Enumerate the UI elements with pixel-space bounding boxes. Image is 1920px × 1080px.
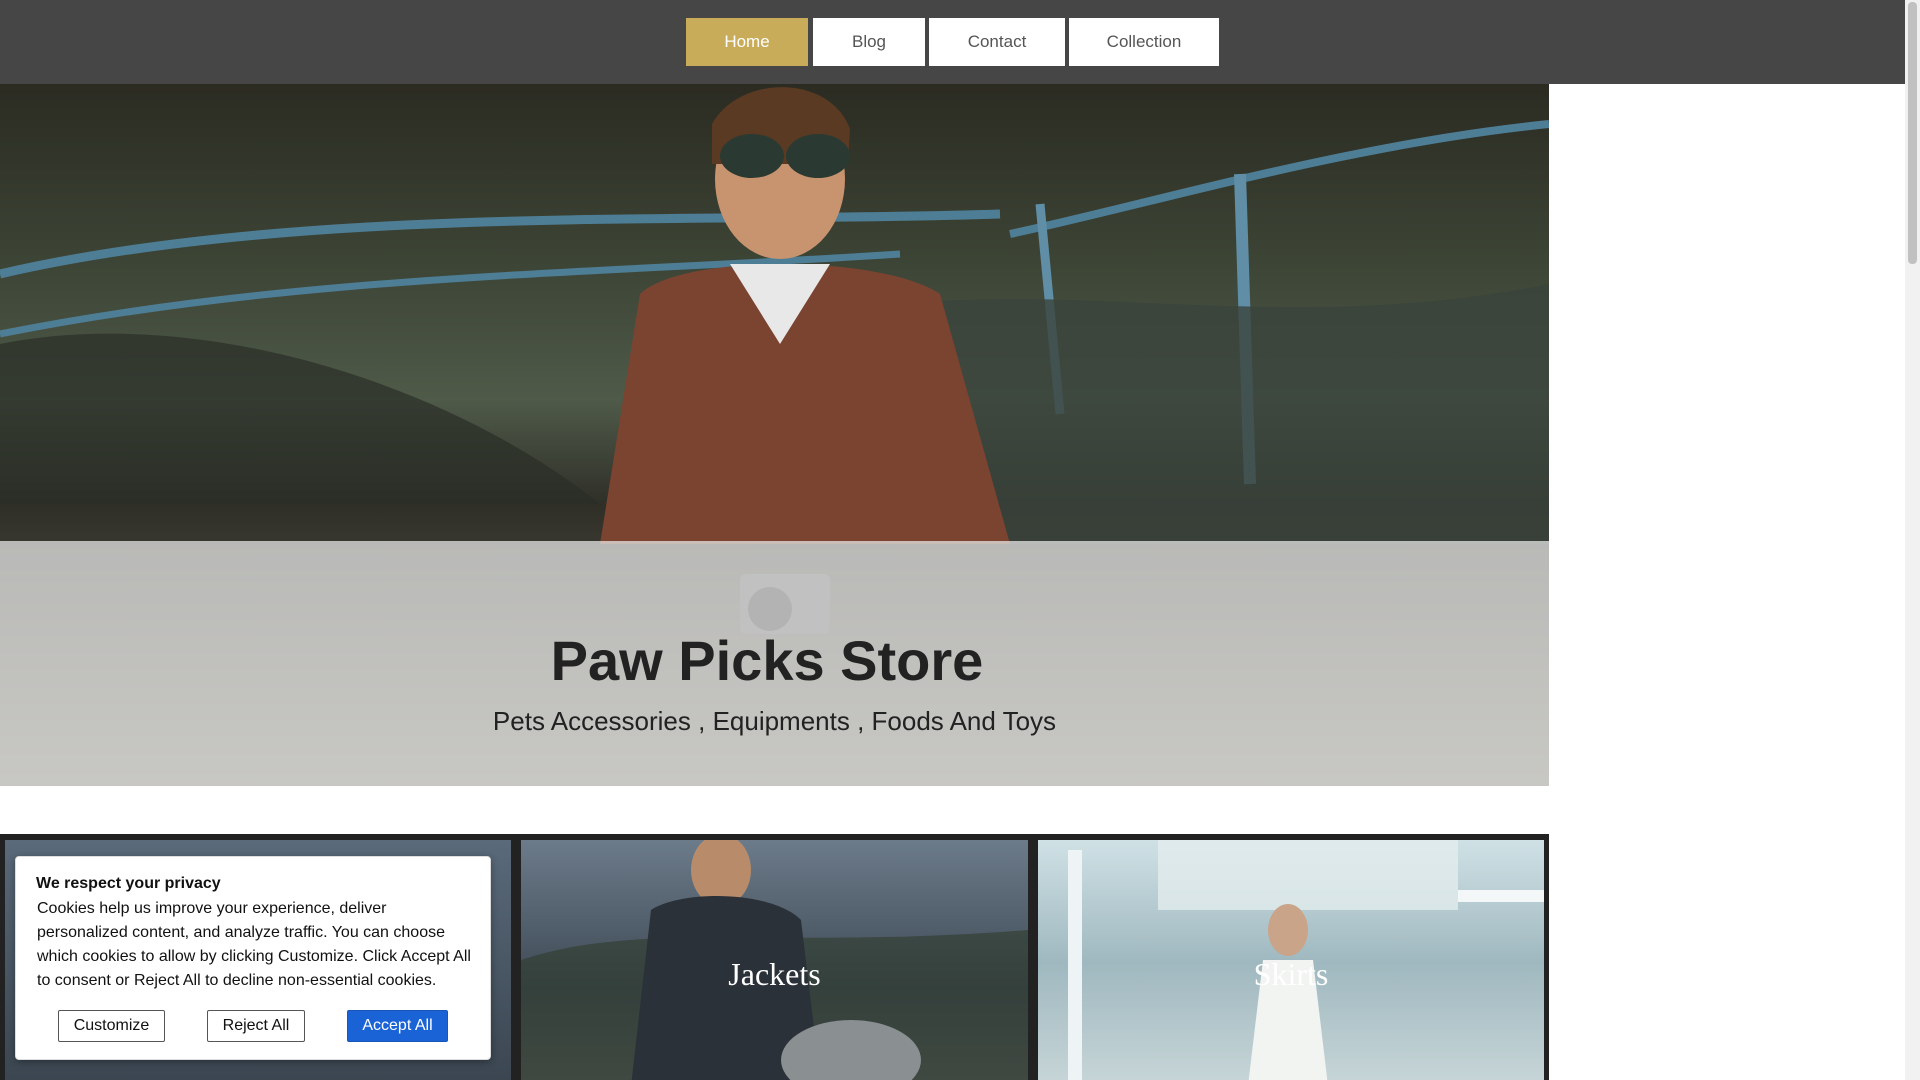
nav-collection-button[interactable]: Collection bbox=[1069, 18, 1219, 66]
hero-banner: Paw Picks Store Pets Accessories , Equip… bbox=[0, 84, 1549, 786]
vertical-scrollbar[interactable] bbox=[1905, 0, 1920, 1080]
nav-home-button[interactable]: Home bbox=[686, 18, 808, 66]
accept-all-button[interactable]: Accept All bbox=[347, 1010, 448, 1042]
cookie-consent-banner: We respect your privacy Cookies help us … bbox=[15, 856, 491, 1060]
customize-button[interactable]: Customize bbox=[58, 1010, 165, 1042]
reject-all-button[interactable]: Reject All bbox=[207, 1010, 305, 1042]
hero-subtitle: Pets Accessories , Equipments , Foods An… bbox=[492, 706, 1057, 736]
cookie-title: We respect your privacy bbox=[36, 875, 221, 892]
category-label: Skirts bbox=[1253, 956, 1329, 992]
nav-contact-button[interactable]: Contact bbox=[929, 18, 1065, 66]
nav-blog-button[interactable]: Blog bbox=[813, 18, 925, 66]
hero-title: Paw Picks Store bbox=[550, 629, 984, 692]
cookie-description: Cookies help us improve your experience,… bbox=[37, 900, 471, 989]
page: Home Blog Contact Collection Paw Picks S… bbox=[0, 0, 1920, 1080]
category-tile-jackets[interactable]: Jackets bbox=[521, 840, 1028, 1080]
category-tile-skirts[interactable]: Skirts bbox=[1038, 840, 1544, 1080]
top-navigation: Home Blog Contact Collection bbox=[0, 0, 1905, 84]
scrollbar-thumb[interactable] bbox=[1908, 2, 1917, 264]
category-label: Jackets bbox=[728, 956, 821, 992]
